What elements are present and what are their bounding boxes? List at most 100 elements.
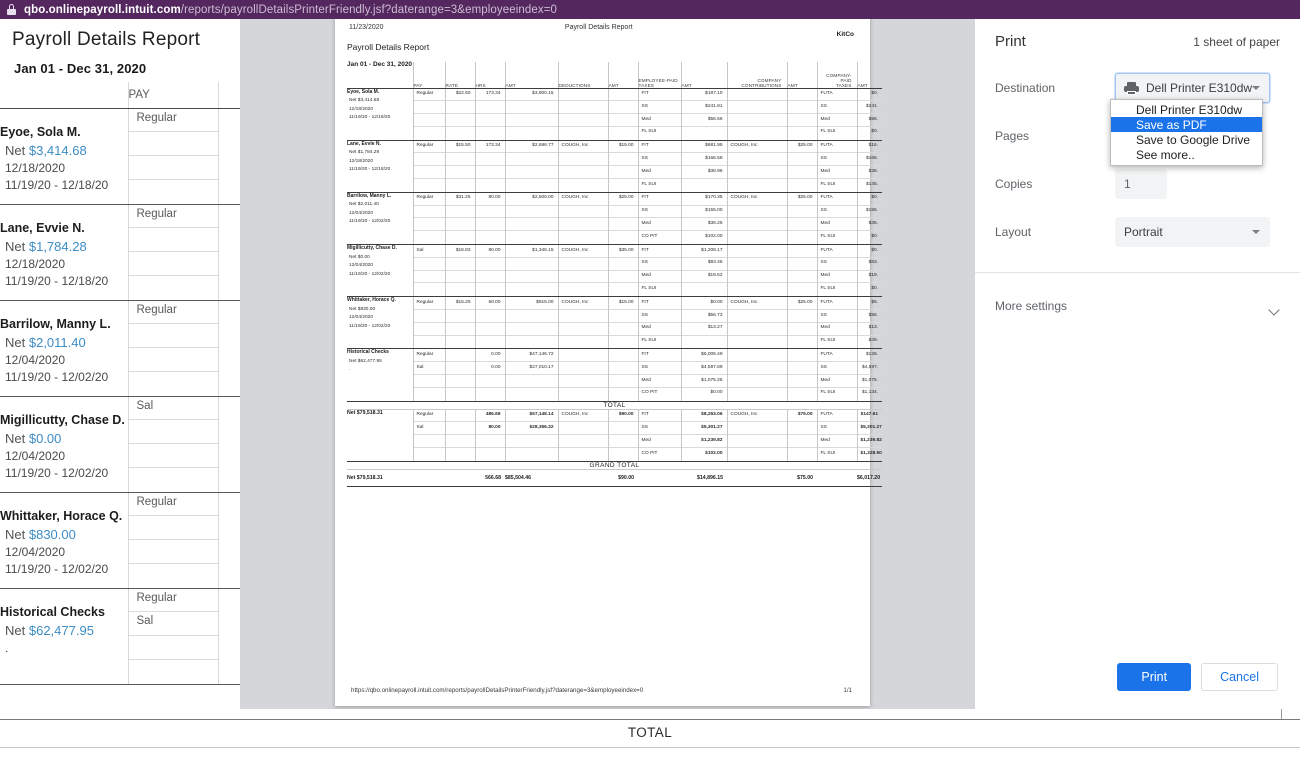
preview-cell-line: FL SUI [641, 129, 657, 135]
preview-pay-cell: Regular [412, 192, 445, 246]
preview-emp_taxes-cell: FIT SS Med FL SUI [637, 88, 681, 141]
preview-cell-line [727, 375, 787, 388]
preview-cell-line: $187.10 [681, 89, 727, 102]
layout-select[interactable]: Portrait [1115, 217, 1270, 247]
preview-pay-cell: Regular Sal [412, 409, 445, 462]
preview-cell-line [608, 206, 638, 219]
preview-cell-line: COUGH, Inc [558, 193, 608, 206]
pay-type-line [128, 348, 218, 372]
copies-input[interactable]: 1 [1115, 169, 1167, 199]
preview-cell-line [475, 271, 505, 284]
employee-name: Barrilow, Manny L. [0, 316, 111, 331]
employee-rate-cell [217, 396, 240, 493]
destination-option[interactable]: Save as PDF [1111, 117, 1262, 132]
preview-amt2-cell [607, 348, 638, 402]
preview-cell-line [559, 231, 608, 244]
preview-cell-line [787, 89, 817, 102]
destination-dropdown-menu[interactable]: Dell Printer E310dw Save as PDF Save to Go… [1110, 99, 1263, 166]
destination-option[interactable]: See more.. [1111, 147, 1262, 162]
preview-cell-line: $4,597. [857, 362, 882, 376]
preview-cell-line [727, 101, 787, 115]
preview-cell-line [445, 101, 475, 115]
table-row: Lane, Evvie N. Net $1,784.28 12/18/2020 11/… [0, 204, 240, 301]
preview-amt4-cell [786, 348, 817, 402]
preview-cell-line: Sal [413, 362, 445, 376]
preview-cell-line: $170.35 [681, 193, 727, 206]
preview-amt5-cell: $147.61 $5,301.27 $1,239.82 $1,328.50 [856, 409, 882, 462]
preview-grand-total-row: Net $79,518.31 566.68 $85,504.46 $90.00 $14,… [347, 468, 882, 487]
preview-hrs-cell: 0.00 0.00 [474, 348, 505, 402]
preview-cell-line [414, 283, 445, 296]
header-name-cell [0, 82, 128, 109]
preview-cell-line [787, 114, 817, 127]
preview-employee-group: Historical Checks Net $62,477.95. Regular S… [347, 348, 882, 402]
preview-employee-group: Migillicutty, Chase D. Net $0.00 12/04/202… [347, 244, 882, 298]
pay-type-line [129, 180, 218, 204]
page-title: Payroll Details Report [12, 29, 201, 50]
printer-icon [1124, 81, 1139, 95]
preview-amt1-cell: $47,146.72 $27,010.17 [504, 348, 558, 402]
preview-rate-cell [444, 348, 475, 402]
cancel-button[interactable]: Cancel [1201, 663, 1278, 691]
preview-cell-line: $13.27 [681, 323, 727, 336]
pay-type-line [128, 132, 218, 156]
preview-cell-line: SS [638, 422, 681, 436]
layout-label: Layout [995, 225, 1032, 239]
preview-cell-line [413, 310, 445, 323]
preview-emp_taxes-cell: FIT SS Med FL SUI [637, 140, 681, 193]
preview-cell-line [558, 349, 608, 363]
preview-cell-line [728, 336, 787, 349]
print-preview-area[interactable]: 11/23/2020 Payroll Details Report Payrol… [240, 19, 975, 709]
preview-pay-cell: Regular [412, 140, 445, 193]
preview-cell-line: $49. [868, 338, 878, 344]
preview-cell-line [787, 323, 817, 336]
preview-cell-line: Med [817, 323, 857, 336]
preview-cell-line: SS [638, 153, 681, 167]
preview-cell-line: $102.00 [705, 450, 723, 456]
preview-cell-line [476, 231, 505, 244]
preview-cell-line [608, 435, 638, 449]
preview-cell-line: FIT [638, 349, 681, 363]
print-button[interactable]: Print [1117, 663, 1192, 691]
preview-cell-line [558, 323, 608, 336]
employee-net: Net $3,414.68 [5, 142, 87, 158]
preview-cell-line [414, 448, 445, 461]
preview-cell-line [682, 127, 727, 140]
preview-cell-line [475, 166, 505, 180]
preview-cell-line: $0. [857, 89, 882, 102]
preview-cell-line: $241.81 [681, 101, 727, 115]
layout-row: Layout Portrait [975, 210, 1300, 254]
preview-cell-line [609, 127, 638, 140]
preview-column-header: RATE [444, 62, 475, 89]
copies-label: Copies [995, 177, 1033, 191]
preview-cell-line: COUGH, Inc [558, 141, 608, 154]
preview-cell-line: $28,356.32 [505, 422, 558, 436]
preview-cell-line [475, 323, 505, 336]
preview-contributions-cell [726, 244, 787, 298]
preview-cell-line: $0.00 [681, 297, 727, 311]
preview-total-label: TOTAL [347, 401, 882, 410]
destination-option[interactable]: Save to Google Drive [1111, 132, 1262, 147]
employee-info-cell: Lane, Evvie N. Net $1,784.28 12/18/2020 11/… [0, 204, 128, 301]
preview-hrs-cell: 60.00 [474, 296, 505, 350]
preview-amt1-cell: $3,900.15 [504, 88, 558, 141]
more-settings-toggle[interactable]: More settings [975, 272, 1300, 322]
preview-cell-line [476, 388, 505, 401]
preview-cell-line: 173.34 [475, 89, 505, 102]
preview-cell-line: FUTA [817, 89, 857, 102]
preview-cell-line [445, 349, 475, 363]
preview-cell-line [558, 258, 608, 271]
preview-cell-line: CO PIT [641, 450, 658, 456]
preview-cell-line [788, 388, 817, 401]
preview-cell-line: 80.00 [475, 193, 505, 206]
company-logo: KitCo [836, 31, 854, 38]
destination-option[interactable]: Dell Printer E310dw [1111, 102, 1262, 117]
employee-rate-cell [217, 108, 240, 205]
browser-url-bar[interactable]: qbo.onlinepayroll.intuit.com/reports/pay… [0, 0, 1300, 19]
preview-contributions-cell: COUGH, Inc [726, 192, 787, 246]
preview-cell-line: $47,146.72 [505, 349, 558, 363]
preview-cell-line [445, 114, 475, 127]
preview-cell-line: $83. [857, 258, 882, 271]
preview-employee-info: Lane, Evvie N. Net $1,784.28 12/18/2020 11/… [347, 140, 413, 193]
preview-co_taxes-cell: FUTA SS Med FL SUI [816, 296, 857, 350]
